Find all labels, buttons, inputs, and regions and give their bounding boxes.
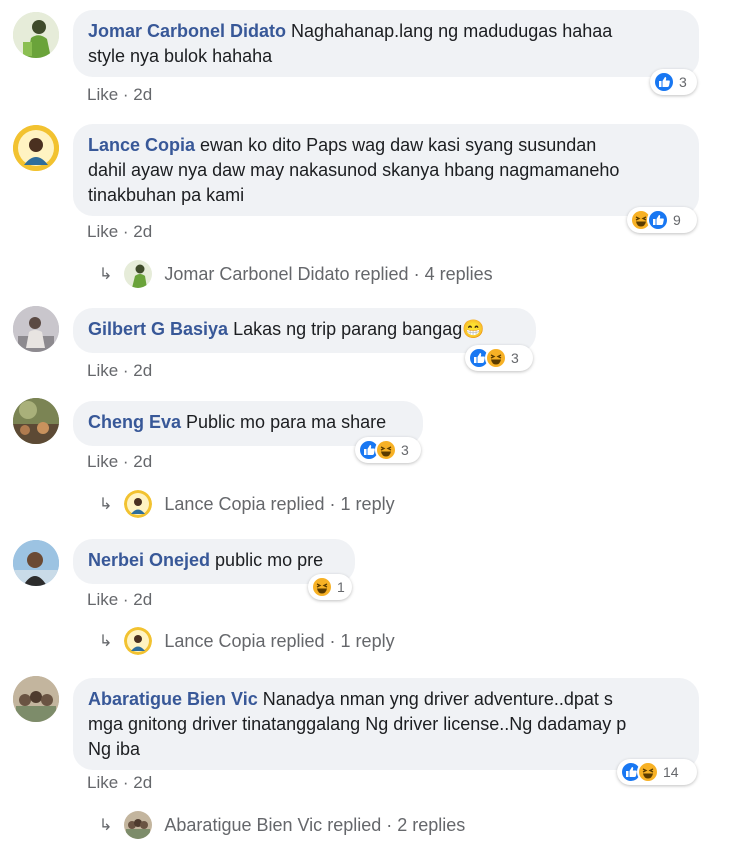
haha-reaction-icon xyxy=(637,761,659,783)
like-button[interactable]: Like xyxy=(87,361,118,380)
replied-label: replied xyxy=(327,814,382,835)
comment-actions: Like · 2d xyxy=(87,361,153,380)
avatar xyxy=(124,260,153,288)
comment-timestamp[interactable]: 2d xyxy=(133,85,152,104)
reaction-count: 3 xyxy=(401,442,409,458)
view-replies-link[interactable]: ↳ Lance Copia replied · 1 reply xyxy=(99,627,395,655)
comment-author[interactable]: Gilbert G Basiya xyxy=(88,319,228,339)
avatar xyxy=(124,490,153,518)
like-button[interactable]: Like xyxy=(87,85,118,104)
reply-author: Lance Copia xyxy=(164,493,266,514)
reaction-count: 1 xyxy=(337,579,345,595)
comment-timestamp[interactable]: 2d xyxy=(133,222,152,241)
comment-text: ewan ko dito Paps wag daw kasi syang sus… xyxy=(200,135,597,155)
avatar[interactable] xyxy=(13,398,59,444)
reply-count: 1 reply xyxy=(340,630,395,651)
comment-text: Public mo para ma share xyxy=(186,412,387,432)
comment-author[interactable]: Cheng Eva xyxy=(88,412,181,432)
comment-timestamp[interactable]: 2d xyxy=(133,773,152,792)
comment-text: public mo pre xyxy=(215,550,324,570)
reaction-summary[interactable]: 9 xyxy=(627,207,697,233)
reaction-summary[interactable]: 14 xyxy=(617,759,697,785)
comment-text: tinakbuhan pa kami xyxy=(88,185,245,205)
reaction-count: 3 xyxy=(679,74,687,90)
like-reaction-icon xyxy=(647,209,669,231)
reaction-count: 14 xyxy=(663,764,679,780)
view-replies-link[interactable]: ↳ Abaratigue Bien Vic replied · 2 replie… xyxy=(99,811,465,839)
like-button[interactable]: Like xyxy=(87,773,118,792)
replied-label: replied xyxy=(270,630,325,651)
reply-count: 2 replies xyxy=(397,814,466,835)
reply-arrow-icon: ↳ xyxy=(99,633,113,650)
reaction-count: 3 xyxy=(511,350,519,366)
reply-author: Jomar Carbonel Didato xyxy=(164,263,350,284)
reply-count: 4 replies xyxy=(424,263,493,284)
replied-label: replied xyxy=(354,263,409,284)
like-button[interactable]: Like xyxy=(87,222,118,241)
reply-arrow-icon: ↳ xyxy=(99,817,113,834)
haha-reaction-icon xyxy=(311,576,333,598)
avatar xyxy=(124,627,153,655)
comment-actions: Like · 2d xyxy=(87,85,153,104)
avatar[interactable] xyxy=(13,12,59,58)
reply-count: 1 reply xyxy=(340,493,395,514)
comment-timestamp[interactable]: 2d xyxy=(133,361,152,380)
comment-text: mga gnitong driver tinatanggalang Ng dri… xyxy=(88,714,627,734)
like-reaction-icon xyxy=(653,71,675,93)
comment-actions: Like · 2d xyxy=(87,452,153,471)
comment-bubble: Abaratigue Bien Vic Nanadya nman yng driv… xyxy=(73,678,699,770)
comment-bubble: Lance Copia ewan ko dito Paps wag daw kas… xyxy=(73,124,699,216)
reaction-summary[interactable]: 3 xyxy=(650,69,697,95)
haha-reaction-icon xyxy=(375,439,397,461)
comment-bubble: Gilbert G Basiya Lakas ng trip parang ban… xyxy=(73,308,536,353)
view-replies-link[interactable]: ↳ Lance Copia replied · 1 reply xyxy=(99,490,395,518)
reaction-count: 9 xyxy=(673,212,681,228)
like-button[interactable]: Like xyxy=(87,590,118,609)
like-button[interactable]: Like xyxy=(87,452,118,471)
comment-timestamp[interactable]: 2d xyxy=(133,590,152,609)
reply-author: Abaratigue Bien Vic xyxy=(164,814,323,835)
reaction-summary[interactable]: 3 xyxy=(465,345,533,371)
comment-actions: Like · 2d xyxy=(87,222,153,241)
comment-author[interactable]: Lance Copia xyxy=(88,135,195,155)
reply-arrow-icon: ↳ xyxy=(99,496,113,513)
reply-author: Lance Copia xyxy=(164,630,266,651)
comment-author[interactable]: Nerbei Onejed xyxy=(88,550,210,570)
comment-text: style nya bulok hahaha xyxy=(88,46,273,66)
replied-label: replied xyxy=(270,493,325,514)
comment-text: Lakas ng trip parang bangag😁 xyxy=(233,319,485,339)
comment-actions: Like · 2d xyxy=(87,773,153,792)
comment-author[interactable]: Abaratigue Bien Vic xyxy=(88,689,258,709)
avatar[interactable] xyxy=(13,125,59,171)
reaction-summary[interactable]: 1 xyxy=(308,574,352,600)
avatar[interactable] xyxy=(13,540,59,586)
view-replies-link[interactable]: ↳ Jomar Carbonel Didato replied · 4 repl… xyxy=(99,260,493,288)
comment-bubble: Jomar Carbonel Didato Naghahanap.lang ng … xyxy=(73,10,699,77)
comment-timestamp[interactable]: 2d xyxy=(133,452,152,471)
comment-text: Naghahanap.lang ng madudugas hahaa xyxy=(291,21,613,41)
reply-arrow-icon: ↳ xyxy=(99,266,113,283)
comment-author[interactable]: Jomar Carbonel Didato xyxy=(88,21,286,41)
comment-text: dahil ayaw nya daw may nakasunod skanya … xyxy=(88,160,620,180)
comment-text: Ng iba xyxy=(88,739,141,759)
comment-text: Nanadya nman yng driver adventure..dpat … xyxy=(262,689,613,709)
avatar[interactable] xyxy=(13,306,59,352)
comment-actions: Like · 2d xyxy=(87,590,153,609)
avatar[interactable] xyxy=(13,676,59,722)
avatar xyxy=(124,811,153,839)
haha-reaction-icon xyxy=(485,347,507,369)
reaction-summary[interactable]: 3 xyxy=(355,437,421,463)
